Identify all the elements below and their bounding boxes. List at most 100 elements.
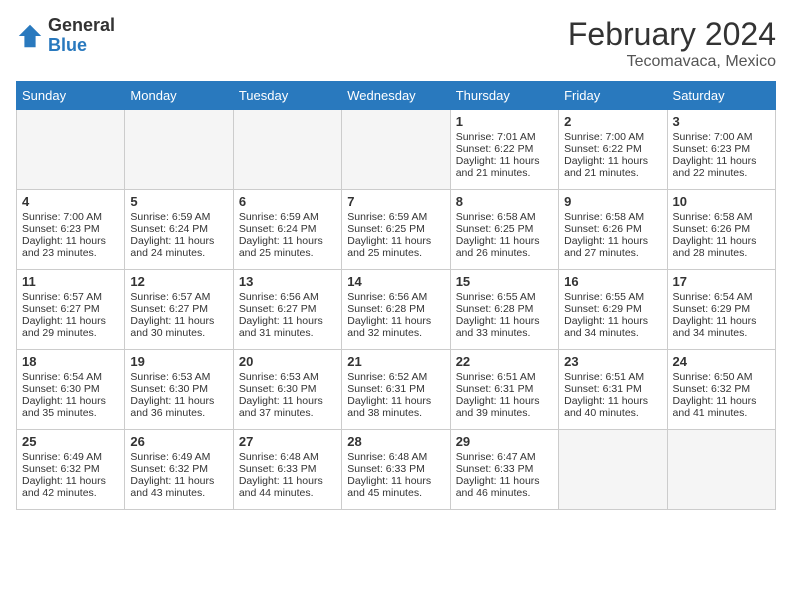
day-info: Daylight: 11 hours and 29 minutes.	[22, 315, 119, 339]
day-number: 6	[239, 194, 336, 209]
day-info: Sunset: 6:29 PM	[564, 303, 661, 315]
calendar-cell: 9Sunrise: 6:58 AMSunset: 6:26 PMDaylight…	[559, 190, 667, 270]
day-number: 25	[22, 434, 119, 449]
day-info: Sunset: 6:33 PM	[456, 463, 553, 475]
calendar-cell: 6Sunrise: 6:59 AMSunset: 6:24 PMDaylight…	[233, 190, 341, 270]
day-number: 10	[673, 194, 770, 209]
day-info: Sunset: 6:22 PM	[456, 143, 553, 155]
logo: GeneralBlue	[16, 16, 115, 56]
day-info: Sunset: 6:23 PM	[673, 143, 770, 155]
day-info: Daylight: 11 hours and 21 minutes.	[456, 155, 553, 179]
day-info: Sunset: 6:28 PM	[456, 303, 553, 315]
day-info: Sunrise: 6:48 AM	[239, 451, 336, 463]
day-info: Daylight: 11 hours and 34 minutes.	[564, 315, 661, 339]
day-info: Daylight: 11 hours and 22 minutes.	[673, 155, 770, 179]
day-info: Daylight: 11 hours and 27 minutes.	[564, 235, 661, 259]
day-number: 21	[347, 354, 444, 369]
day-info: Sunrise: 6:49 AM	[130, 451, 227, 463]
calendar-cell: 21Sunrise: 6:52 AMSunset: 6:31 PMDayligh…	[342, 350, 450, 430]
day-info: Daylight: 11 hours and 43 minutes.	[130, 475, 227, 499]
day-info: Sunrise: 6:59 AM	[347, 211, 444, 223]
day-number: 23	[564, 354, 661, 369]
day-info: Sunrise: 7:00 AM	[564, 131, 661, 143]
day-info: Sunset: 6:31 PM	[347, 383, 444, 395]
day-number: 20	[239, 354, 336, 369]
calendar-cell: 17Sunrise: 6:54 AMSunset: 6:29 PMDayligh…	[667, 270, 775, 350]
calendar-cell	[233, 110, 341, 190]
day-info: Sunrise: 7:00 AM	[673, 131, 770, 143]
day-info: Sunrise: 6:47 AM	[456, 451, 553, 463]
day-number: 7	[347, 194, 444, 209]
day-number: 29	[456, 434, 553, 449]
calendar-cell: 24Sunrise: 6:50 AMSunset: 6:32 PMDayligh…	[667, 350, 775, 430]
day-number: 12	[130, 274, 227, 289]
day-info: Sunset: 6:27 PM	[22, 303, 119, 315]
calendar-cell: 16Sunrise: 6:55 AMSunset: 6:29 PMDayligh…	[559, 270, 667, 350]
day-info: Sunrise: 6:49 AM	[22, 451, 119, 463]
day-number: 13	[239, 274, 336, 289]
day-info: Daylight: 11 hours and 21 minutes.	[564, 155, 661, 179]
calendar-cell: 7Sunrise: 6:59 AMSunset: 6:25 PMDaylight…	[342, 190, 450, 270]
calendar-cell: 18Sunrise: 6:54 AMSunset: 6:30 PMDayligh…	[17, 350, 125, 430]
day-info: Sunrise: 6:58 AM	[564, 211, 661, 223]
page-header: GeneralBlue February 2024 Tecomavaca, Me…	[16, 16, 776, 71]
calendar-cell: 14Sunrise: 6:56 AMSunset: 6:28 PMDayligh…	[342, 270, 450, 350]
calendar-cell: 4Sunrise: 7:00 AMSunset: 6:23 PMDaylight…	[17, 190, 125, 270]
day-of-week-header: Monday	[125, 82, 233, 110]
calendar-table: SundayMondayTuesdayWednesdayThursdayFrid…	[16, 81, 776, 510]
day-info: Sunset: 6:32 PM	[22, 463, 119, 475]
day-info: Sunset: 6:31 PM	[564, 383, 661, 395]
day-info: Sunrise: 6:56 AM	[347, 291, 444, 303]
day-of-week-header: Thursday	[450, 82, 558, 110]
calendar-week-row: 1Sunrise: 7:01 AMSunset: 6:22 PMDaylight…	[17, 110, 776, 190]
day-info: Sunset: 6:25 PM	[456, 223, 553, 235]
calendar-cell	[125, 110, 233, 190]
calendar-cell: 29Sunrise: 6:47 AMSunset: 6:33 PMDayligh…	[450, 430, 558, 510]
calendar-header-row: SundayMondayTuesdayWednesdayThursdayFrid…	[17, 82, 776, 110]
day-info: Sunset: 6:27 PM	[130, 303, 227, 315]
day-info: Sunset: 6:30 PM	[130, 383, 227, 395]
day-number: 24	[673, 354, 770, 369]
calendar-week-row: 25Sunrise: 6:49 AMSunset: 6:32 PMDayligh…	[17, 430, 776, 510]
calendar-subtitle: Tecomavaca, Mexico	[568, 53, 776, 71]
day-info: Sunset: 6:30 PM	[239, 383, 336, 395]
day-info: Daylight: 11 hours and 25 minutes.	[239, 235, 336, 259]
day-info: Sunset: 6:25 PM	[347, 223, 444, 235]
day-info: Sunset: 6:30 PM	[22, 383, 119, 395]
calendar-week-row: 11Sunrise: 6:57 AMSunset: 6:27 PMDayligh…	[17, 270, 776, 350]
calendar-cell: 22Sunrise: 6:51 AMSunset: 6:31 PMDayligh…	[450, 350, 558, 430]
day-info: Sunrise: 6:57 AM	[22, 291, 119, 303]
logo-text: GeneralBlue	[48, 16, 115, 56]
day-info: Daylight: 11 hours and 23 minutes.	[22, 235, 119, 259]
day-info: Sunrise: 6:50 AM	[673, 371, 770, 383]
day-number: 27	[239, 434, 336, 449]
day-info: Sunset: 6:24 PM	[239, 223, 336, 235]
day-of-week-header: Saturday	[667, 82, 775, 110]
day-info: Sunrise: 6:56 AM	[239, 291, 336, 303]
calendar-title: February 2024	[568, 16, 776, 53]
day-info: Sunset: 6:26 PM	[673, 223, 770, 235]
day-number: 2	[564, 114, 661, 129]
logo-icon	[16, 22, 44, 50]
day-info: Sunset: 6:29 PM	[673, 303, 770, 315]
day-info: Daylight: 11 hours and 41 minutes.	[673, 395, 770, 419]
day-info: Sunrise: 6:58 AM	[456, 211, 553, 223]
day-info: Daylight: 11 hours and 36 minutes.	[130, 395, 227, 419]
title-block: February 2024 Tecomavaca, Mexico	[568, 16, 776, 71]
day-info: Sunrise: 6:58 AM	[673, 211, 770, 223]
day-info: Daylight: 11 hours and 45 minutes.	[347, 475, 444, 499]
day-info: Daylight: 11 hours and 35 minutes.	[22, 395, 119, 419]
day-number: 3	[673, 114, 770, 129]
day-info: Sunset: 6:23 PM	[22, 223, 119, 235]
calendar-cell: 8Sunrise: 6:58 AMSunset: 6:25 PMDaylight…	[450, 190, 558, 270]
day-info: Sunset: 6:33 PM	[239, 463, 336, 475]
day-number: 9	[564, 194, 661, 209]
calendar-cell: 20Sunrise: 6:53 AMSunset: 6:30 PMDayligh…	[233, 350, 341, 430]
day-number: 18	[22, 354, 119, 369]
calendar-cell: 26Sunrise: 6:49 AMSunset: 6:32 PMDayligh…	[125, 430, 233, 510]
calendar-cell: 15Sunrise: 6:55 AMSunset: 6:28 PMDayligh…	[450, 270, 558, 350]
day-of-week-header: Tuesday	[233, 82, 341, 110]
day-info: Daylight: 11 hours and 40 minutes.	[564, 395, 661, 419]
day-of-week-header: Wednesday	[342, 82, 450, 110]
day-info: Sunset: 6:31 PM	[456, 383, 553, 395]
